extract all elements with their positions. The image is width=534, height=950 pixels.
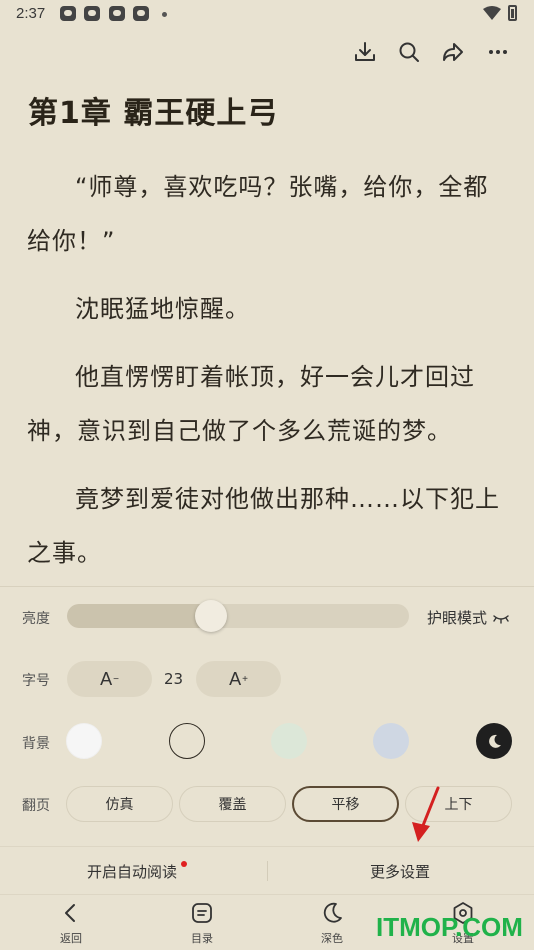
nav-catalog-label: 目录: [191, 932, 213, 945]
eye-mode-toggle[interactable]: 护眼模式: [427, 607, 509, 628]
share-icon: [443, 43, 463, 61]
search-icon: [399, 42, 419, 62]
back-icon: [65, 904, 75, 922]
background-swatch-green[interactable]: [271, 723, 307, 759]
nav-back[interactable]: 返回: [31, 895, 111, 950]
moon-icon: [489, 734, 501, 748]
more-notifications-icon: [162, 12, 167, 17]
panel-footer: 开启自动阅读 更多设置: [0, 846, 534, 894]
page-turn-slide[interactable]: 平移: [292, 786, 399, 822]
new-badge: [181, 861, 187, 867]
notification-icon: [133, 6, 149, 21]
font-increase-letter: A: [229, 668, 242, 689]
download-icon: [355, 42, 375, 61]
page-turn-cover[interactable]: 覆盖: [179, 786, 286, 822]
nav-dark-mode-label: 深色: [321, 932, 343, 945]
annotation-arrow-icon: [412, 786, 440, 842]
paragraph: 沈眠猛地惊醒。: [75, 295, 250, 323]
divider: [267, 861, 268, 881]
font-decrease-sign: −: [113, 673, 119, 685]
background-swatch-parchment[interactable]: [169, 723, 205, 759]
page-turn-simulate[interactable]: 仿真: [66, 786, 173, 822]
status-time: 2:37: [16, 5, 46, 22]
brightness-fill: [67, 604, 211, 628]
font-increase-button[interactable]: A +: [196, 661, 281, 697]
notification-icon: [84, 6, 100, 21]
nav-dark-mode[interactable]: 深色: [292, 895, 372, 950]
watermark: ITMOP.COM: [376, 912, 523, 942]
chapter-title: 第1章 霸王硬上弓: [28, 96, 279, 131]
font-increase-sign: +: [242, 673, 248, 685]
more-settings-button[interactable]: 更多设置: [370, 861, 430, 882]
paragraph: 他直愣愣盯着帐顶，好一会儿才回过神，意识到自己做了个多么荒诞的梦。: [27, 363, 475, 445]
closed-eye-icon: [493, 614, 509, 624]
nav-back-label: 返回: [60, 932, 82, 945]
auto-read-button[interactable]: 开启自动阅读: [87, 861, 177, 882]
paragraph: “师尊，喜欢吃吗？张嘴，给你，全都给你！”: [27, 173, 489, 255]
background-label: 背景: [22, 736, 50, 752]
brightness-label: 亮度: [22, 611, 50, 627]
font-decrease-letter: A: [100, 668, 113, 689]
background-swatch-blue[interactable]: [373, 723, 409, 759]
search-button[interactable]: [393, 36, 425, 68]
background-swatch-dark[interactable]: [476, 723, 512, 759]
moon-icon: [323, 902, 342, 923]
notification-icon: [60, 6, 76, 21]
catalog-icon: [192, 903, 212, 923]
notification-icon: [109, 6, 125, 21]
paragraph: 竟梦到爱徒对他做出那种……以下犯上之事。: [27, 485, 500, 567]
brightness-slider-thumb[interactable]: [195, 600, 227, 632]
reading-content[interactable]: “师尊，喜欢吃吗？张嘴，给你，全都给你！” 沈眠猛地惊醒。 他直愣愣盯着帐顶，好…: [27, 160, 511, 586]
font-size-value: 23: [164, 670, 184, 688]
share-button[interactable]: [437, 36, 469, 68]
download-button[interactable]: [349, 36, 381, 68]
eye-mode-label: 护眼模式: [427, 609, 488, 627]
nav-catalog[interactable]: 目录: [162, 895, 242, 950]
background-swatch-white[interactable]: [66, 723, 102, 759]
font-size-label: 字号: [22, 673, 50, 689]
brightness-slider[interactable]: [67, 604, 409, 628]
status-bar: 2:37: [0, 0, 534, 28]
font-decrease-button[interactable]: A −: [67, 661, 152, 697]
more-button[interactable]: [482, 36, 514, 68]
page-turn-label: 翻页: [22, 798, 50, 814]
wifi-icon: [483, 6, 501, 20]
battery-icon: [508, 5, 517, 21]
more-icon: [489, 50, 507, 54]
